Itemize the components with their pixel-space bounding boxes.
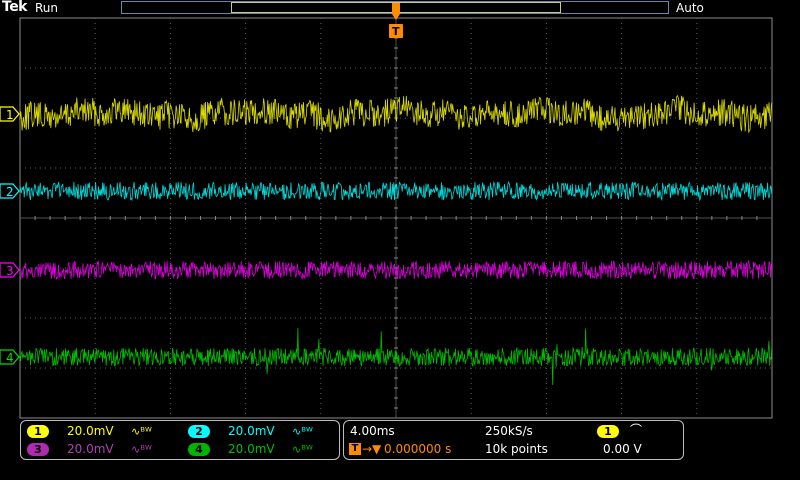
- ch4-scale: 20.0mV: [228, 442, 275, 456]
- trigger-delay: 0.000000 s: [384, 442, 452, 456]
- scope-display: 1 2 3 4 T: [0, 3, 773, 419]
- trigger-level: 0.00 V: [603, 442, 642, 456]
- ch4-ground-marker: 4: [0, 349, 20, 365]
- ch1-readout[interactable]: 1: [27, 424, 49, 438]
- ch1-ground-marker: 1: [0, 106, 20, 122]
- ch4-readout[interactable]: 4: [188, 442, 210, 456]
- trigger-position-icon: T: [349, 443, 361, 455]
- trigger-arrow: [392, 3, 400, 20]
- delay-arrow-icon: →▼: [362, 442, 382, 456]
- trigger-source-badge: 1: [597, 425, 619, 438]
- ch3-badge: 3: [27, 443, 49, 456]
- trigger-source[interactable]: 1: [597, 424, 619, 438]
- ch2-badge: 2: [188, 425, 210, 438]
- ch2-bandwidth-icon: ∿ᴮᵂ: [292, 425, 313, 438]
- ch1-bandwidth-icon: ∿ᴮᵂ: [131, 425, 152, 438]
- sample-rate: 250kS/s: [485, 424, 533, 438]
- ch4-badge: 4: [188, 443, 210, 456]
- ch3-scale: 20.0mV: [67, 442, 114, 456]
- rising-edge-icon: ⌒: [630, 423, 643, 437]
- record-length: 10k points: [485, 442, 548, 456]
- marker-label: 1: [6, 108, 14, 122]
- ch1-badge: 1: [27, 425, 49, 438]
- ch4-bandwidth-icon: ∿ᴮᵂ: [292, 443, 313, 456]
- ch2-ground-marker: 2: [0, 183, 20, 199]
- trigger-badge-label: T: [392, 25, 400, 38]
- ch3-ground-marker: 3: [0, 262, 20, 278]
- ch2-scale: 20.0mV: [228, 424, 275, 438]
- ch1-scale: 20.0mV: [67, 424, 114, 438]
- marker-label: 4: [6, 351, 14, 365]
- ch2-readout[interactable]: 2: [188, 424, 210, 438]
- ch3-readout[interactable]: 3: [27, 442, 49, 456]
- ch3-bandwidth-icon: ∿ᴮᵂ: [131, 443, 152, 456]
- marker-label: 3: [6, 264, 14, 278]
- marker-label: 2: [6, 185, 14, 199]
- channel-markers: 1 2 3 4: [0, 106, 20, 365]
- horizontal-scale: 4.00ms: [350, 424, 395, 438]
